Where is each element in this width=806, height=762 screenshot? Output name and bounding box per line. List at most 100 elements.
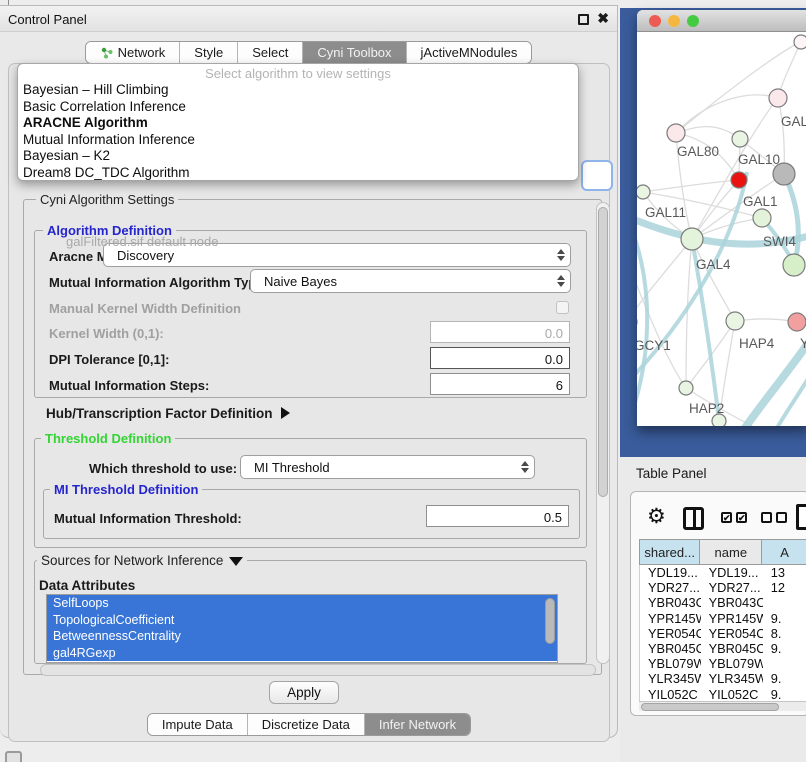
gear-icon[interactable]: ⚙: [647, 504, 666, 529]
network-node[interactable]: [753, 209, 771, 227]
tab-cyni-toolbox[interactable]: Cyni Toolbox: [303, 42, 406, 63]
group-title: MI Threshold Definition: [50, 482, 202, 497]
table-header[interactable]: shared...nameA: [639, 539, 806, 565]
network-node[interactable]: [773, 163, 795, 185]
scrollbar-thumb[interactable]: [641, 703, 779, 711]
tab-network[interactable]: Network: [86, 42, 181, 63]
tab-discretize-data[interactable]: Discretize Data: [248, 714, 365, 735]
network-node[interactable]: [783, 254, 805, 276]
table-row[interactable]: YDR27...YDR27...12: [640, 580, 806, 595]
network-name-ghost-text: galFiltered.sif default node: [66, 234, 218, 249]
table-cell: YBR043C: [640, 595, 701, 610]
network-node[interactable]: [769, 89, 787, 107]
file-icon[interactable]: [796, 504, 806, 530]
which-threshold-combo[interactable]: MI Threshold: [240, 455, 535, 479]
table-cell: 9.: [763, 687, 806, 702]
mi-threshold-field[interactable]: [426, 505, 569, 527]
table-row[interactable]: YDL19...YDL19...13: [640, 565, 806, 580]
table-row[interactable]: YBR043CYBR043C: [640, 595, 806, 610]
mi-steps-field[interactable]: [430, 373, 570, 395]
manual-kernel-checkbox[interactable]: [556, 301, 569, 314]
table-cell: YBR045C: [701, 641, 763, 656]
split-columns-icon[interactable]: [683, 507, 704, 530]
restore-icon[interactable]: [578, 14, 589, 25]
network-node[interactable]: [667, 124, 685, 142]
algorithm-option[interactable]: ARACNE Algorithm: [18, 114, 578, 131]
settings-vertical-scrollbar[interactable]: [596, 202, 610, 664]
focused-combo-fragment[interactable]: [581, 160, 613, 191]
table-cell: YIL052C: [701, 687, 763, 702]
table-row[interactable]: YIL052CYIL052C9.: [640, 687, 806, 702]
network-window-titlebar[interactable]: [637, 10, 806, 32]
table-cell: YDL19...: [640, 565, 701, 580]
attribute-list-item[interactable]: gal4RGexp: [47, 645, 557, 662]
network-canvas[interactable]: GAL7GAL80GAL10GAL11GAL1SWI4GAL4GCY1HAP4Y…: [637, 32, 806, 426]
mi-type-combo[interactable]: Naive Bayes: [250, 269, 571, 293]
column-header-name[interactable]: name: [700, 540, 762, 564]
table-row[interactable]: YLR345WYLR345W9.: [640, 671, 806, 686]
table-horizontal-scrollbar[interactable]: [639, 701, 806, 711]
network-node[interactable]: [732, 131, 748, 147]
data-attributes-list[interactable]: SelfLoopsTopologicalCoefficientBetweenne…: [46, 594, 558, 663]
settings-horizontal-scrollbar[interactable]: [40, 664, 596, 676]
zoom-traffic-light-icon[interactable]: [687, 15, 699, 27]
network-node[interactable]: [731, 172, 747, 188]
apply-button[interactable]: Apply: [269, 681, 339, 704]
algorithm-option[interactable]: Basic Correlation Inference: [18, 98, 578, 115]
tab-style[interactable]: Style: [180, 42, 238, 63]
network-node[interactable]: [679, 381, 693, 395]
minimize-traffic-light-icon[interactable]: [668, 15, 680, 27]
close-icon[interactable]: ✖: [597, 10, 609, 27]
column-header-A[interactable]: A: [762, 540, 806, 564]
algorithm-option[interactable]: Bayesian – Hill Climbing: [18, 81, 578, 98]
hub-definition-toggle[interactable]: Hub/Transcription Factor Definition: [46, 406, 290, 421]
table-row[interactable]: YER054CYER054C8.: [640, 626, 806, 641]
tab-select[interactable]: Select: [238, 42, 303, 63]
network-view-window[interactable]: GAL7GAL80GAL10GAL11GAL1SWI4GAL4GCY1HAP4Y…: [637, 10, 806, 426]
table-row[interactable]: YBR045CYBR045C9.: [640, 641, 806, 656]
table-cell: YPR145W: [701, 611, 763, 626]
network-node[interactable]: [794, 35, 806, 49]
control-panel-titlebar[interactable]: Control Panel ✖: [0, 6, 617, 32]
tab-infer-network[interactable]: Infer Network: [365, 714, 470, 735]
attribute-list-item[interactable]: SelfLoops: [47, 595, 557, 612]
table-body[interactable]: YDL19...YDL19...13YDR27...YDR27...12YBR0…: [639, 565, 806, 702]
list-scrollbar[interactable]: [545, 598, 555, 644]
control-panel-tabbar: NetworkStyleSelectCyni ToolboxjActiveMNo…: [0, 41, 617, 64]
unchecked-pair-icon[interactable]: [761, 512, 787, 523]
network-node[interactable]: [726, 312, 744, 330]
column-header-shared[interactable]: shared...: [640, 540, 700, 564]
aracne-mode-value: Discovery: [104, 248, 552, 263]
algorithm-option[interactable]: Bayesian – K2: [18, 147, 578, 164]
algorithm-option[interactable]: Mutual Information Inference: [18, 131, 578, 148]
panel-title: Control Panel: [8, 12, 87, 27]
sources-toggle[interactable]: Sources for Network Inference: [37, 553, 247, 568]
table-row[interactable]: YBL079WYBL079W: [640, 656, 806, 671]
algorithm-definition-group: Algorithm Definition Aracne Mode: Discov…: [34, 230, 587, 398]
network-node-label: SWI4: [763, 234, 796, 249]
kernel-width-field[interactable]: [430, 321, 570, 343]
table-cell: [763, 656, 806, 671]
table-cell: YLR345W: [701, 671, 763, 686]
network-node[interactable]: [681, 228, 703, 250]
close-traffic-light-icon[interactable]: [649, 15, 661, 27]
tab-impute-data[interactable]: Impute Data: [148, 714, 248, 735]
table-cell: YDR27...: [701, 580, 763, 595]
network-node[interactable]: [712, 414, 726, 426]
scrollbar-thumb[interactable]: [598, 207, 608, 497]
table-cell: YBR043C: [701, 595, 763, 610]
minimized-panel-icon[interactable]: [5, 751, 22, 762]
network-graph[interactable]: GAL7GAL80GAL10GAL11GAL1SWI4GAL4GCY1HAP4Y…: [637, 32, 806, 426]
tab-jactivemnodules[interactable]: jActiveMNodules: [407, 42, 532, 63]
network-node[interactable]: [788, 313, 806, 331]
table-cell: 9.: [763, 611, 806, 626]
dpi-tolerance-field[interactable]: [430, 347, 570, 369]
table-row[interactable]: YPR145WYPR145W9.: [640, 611, 806, 626]
attribute-list-item[interactable]: BetweennessCentrality: [47, 628, 557, 645]
attribute-list-item[interactable]: TopologicalCoefficient: [47, 612, 557, 629]
network-node[interactable]: [637, 185, 650, 199]
network-icon: [100, 46, 113, 59]
checked-pair-icon[interactable]: ✔✔: [721, 512, 747, 523]
algorithm-option[interactable]: Dream8 DC_TDC Algorithm: [18, 164, 578, 181]
table-panel-card: ⚙ ✔✔ shared...nameA YDL19...YDL19...13YD…: [630, 491, 806, 716]
